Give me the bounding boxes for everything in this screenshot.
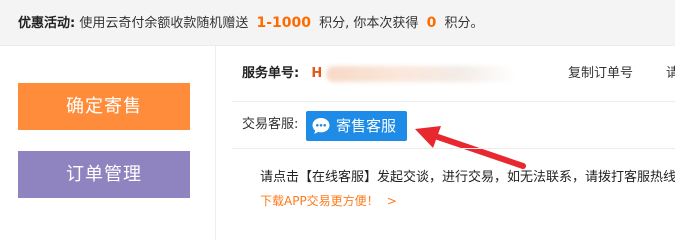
column-divider [215, 46, 216, 240]
promo-label: 优惠活动: [18, 16, 76, 31]
promo-text-before: 使用云奇付余额收款随机赠送 [79, 16, 249, 31]
download-app-link[interactable]: 下载APP交易更方便！ > [260, 191, 397, 211]
service-number-blur [326, 66, 516, 82]
confirm-consignment-button[interactable]: 确定寄售 [18, 83, 190, 130]
promo-bar: 优惠活动: 使用云奇付余额收款随机赠送 1-1000 积分, 你本次获得 0 积… [0, 0, 675, 46]
promo-text: 优惠活动: 使用云奇付余额收款随机赠送 1-1000 积分, 你本次获得 0 积… [18, 12, 483, 35]
order-management-button[interactable]: 订单管理 [18, 151, 190, 198]
service-number-label: 服务单号: [242, 66, 300, 81]
promo-points-range: 1-1000 [256, 15, 312, 31]
promo-points-earned: 0 [426, 15, 437, 31]
consignment-cs-label: 寄售客服 [336, 117, 397, 135]
chat-bubble-icon [312, 118, 330, 134]
copy-order-number-link[interactable]: 复制订单号 [568, 60, 633, 88]
service-number-row: 服务单号: H 复制订单号 请 [242, 60, 675, 88]
help-text: 请点击【在线客服】发起交谈，进行交易，如无法联系，请拨打客服热线 [260, 170, 675, 185]
consignment-cs-button[interactable]: 寄售客服 [306, 111, 407, 141]
download-app-label: 下载APP交易更方便！ [260, 194, 379, 208]
promo-text-after: 积分。 [444, 16, 484, 31]
row-divider-2 [232, 148, 675, 149]
service-number-value: H [311, 66, 323, 81]
truncated-link[interactable]: 请 [666, 60, 675, 88]
chevron-right-icon: > [386, 194, 397, 208]
trade-cs-label: 交易客服: [242, 117, 299, 132]
promo-text-middle: 积分, 你本次获得 [319, 16, 419, 31]
row-divider [232, 101, 675, 102]
